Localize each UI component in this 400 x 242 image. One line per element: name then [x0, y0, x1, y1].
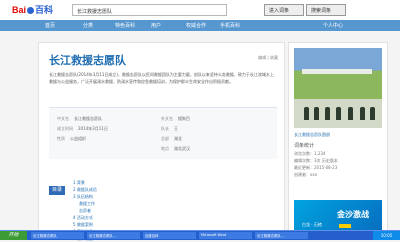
info-row: 外文名搜狗百 — [161, 116, 190, 122]
page-title: 长江救援志愿队 — [49, 52, 126, 68]
toc-item[interactable]: 2 救援队成员 — [73, 187, 97, 193]
person-figure — [325, 107, 330, 120]
stat-line: 浏览次数：1,234 — [294, 151, 325, 157]
stat-line: 创建者：xxx — [294, 172, 317, 178]
info-row: 地点湖北武汉 — [161, 146, 190, 152]
person-figure — [360, 107, 365, 120]
article-panel: 长江救援志愿队 编辑 | 收藏 长江救援志愿队(2014年3月11日成立)，救援… — [38, 42, 285, 240]
info-row: 总部湖北 — [161, 136, 182, 142]
paw-icon — [27, 7, 34, 14]
toc-item[interactable]: 救援工作 — [79, 201, 95, 207]
person-figure — [304, 107, 309, 120]
toc-item[interactable]: 1 背景 — [73, 180, 85, 186]
article-summary: 长江救援志愿队(2014年3月11日成立)，救援志愿队以民间救援团队为主要力量，… — [49, 71, 277, 85]
banner-flag — [302, 69, 372, 74]
nav-home[interactable]: 首页 — [45, 22, 55, 29]
logo-text: Bai — [12, 5, 26, 15]
taskbar-item[interactable]: 长江救援志愿队... — [87, 232, 140, 239]
nav-category[interactable]: 分类 — [83, 22, 93, 29]
system-tray-clock: 10:05 — [373, 231, 400, 240]
nav-users[interactable]: 用户 — [151, 22, 161, 29]
toc-item[interactable]: 5 救援案例 — [73, 222, 93, 228]
toc-item[interactable]: 志愿者 — [79, 208, 91, 214]
person-figure — [336, 107, 341, 120]
toc-item[interactable]: 3 队伍结构 — [73, 194, 93, 200]
info-row: 队长王 — [161, 126, 178, 132]
info-row: 中文名长江救援志愿队 — [57, 116, 102, 122]
nav-authority[interactable]: 权威合作 — [186, 22, 206, 29]
search-input[interactable]: 长江救援志愿队 — [72, 4, 227, 16]
info-row: 成立时间2014年3月11日 — [57, 126, 108, 132]
search-entry-button[interactable]: 搜索词条 — [306, 4, 346, 16]
taskbar-item[interactable]: Microsoft Word — [199, 232, 252, 239]
info-box: 中文名长江救援志愿队 外文名搜狗百 成立时间2014年3月11日 队长王 性质公… — [49, 107, 277, 159]
logo-baike-text: 百科 — [35, 5, 53, 15]
main-nav: 首页 分类 特色百科 用户 权威合作 手机百科 个人中心 — [0, 20, 400, 31]
sidebar: 长江救援志愿队图册 词条统计 浏览次数：1,234 编辑次数：3次 历史版本 最… — [288, 42, 388, 240]
windows-taskbar: 开始 长江救援志愿队 长江救援志愿队... 百度百科 Microsoft Wor… — [0, 230, 400, 240]
banner-highlight — [339, 224, 351, 228]
stat-line: 最近更新：2015-08-23 — [294, 165, 337, 171]
nav-featured[interactable]: 特色百科 — [115, 22, 135, 29]
toc-item[interactable]: 4 活动方式 — [73, 215, 93, 221]
enter-entry-button[interactable]: 进入词条 — [264, 4, 304, 16]
nav-mobile[interactable]: 手机百科 — [220, 22, 240, 29]
toc-label: 目录 — [49, 186, 65, 195]
photo-caption[interactable]: 长江救援志愿队图册 — [294, 132, 330, 138]
nav-user-center[interactable]: 个人中心 — [323, 22, 343, 29]
baidu-baike-logo[interactable]: Bai 百科 — [12, 3, 53, 16]
team-photo[interactable] — [294, 48, 382, 128]
person-figure — [314, 107, 319, 120]
start-button[interactable]: 开始 — [0, 231, 27, 240]
stats-title: 词条统计 — [294, 142, 314, 149]
article-actions[interactable]: 编辑 | 收藏 — [258, 55, 278, 61]
info-row: 性质公益组织 — [57, 136, 86, 142]
stat-line: 编辑次数：3次 历史版本 — [294, 158, 338, 164]
banner-subtitle: 白龙 · 石棺 — [302, 222, 322, 228]
taskbar-item[interactable]: 长江救援志愿队... — [255, 232, 308, 239]
person-figure — [370, 107, 375, 120]
taskbar-item[interactable]: 长江救援志愿队 — [31, 232, 84, 239]
banner-title: 金沙激战 — [337, 209, 369, 220]
taskbar-item[interactable]: 百度百科 — [143, 232, 196, 239]
person-figure — [348, 107, 353, 120]
top-bar: Bai 百科 长江救援志愿队 进入词条 搜索词条 — [0, 0, 400, 20]
